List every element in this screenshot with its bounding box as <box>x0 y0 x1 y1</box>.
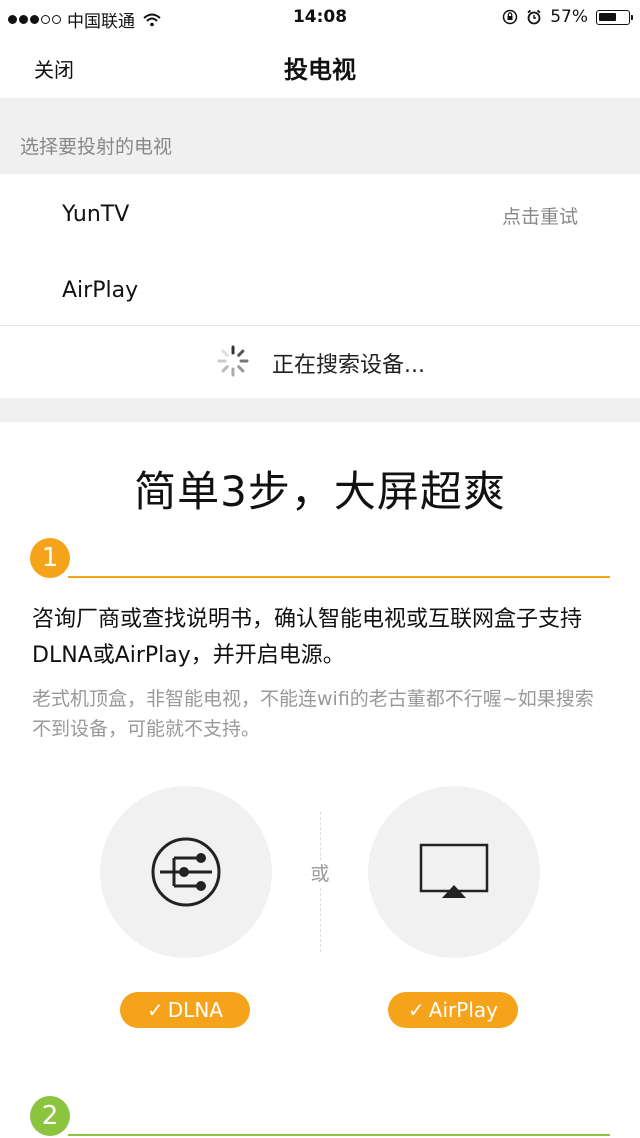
device-list: YunTV 点击重试 AirPlay 正在搜索设备... <box>0 174 640 398</box>
airplay-option <box>368 786 540 958</box>
step-number-badge: 1 <box>30 538 70 578</box>
alarm-icon <box>527 9 541 25</box>
guide-title: 简单3步，大屏超爽 <box>134 467 506 516</box>
check-icon: ✓ <box>147 998 164 1022</box>
step-divider <box>68 576 610 578</box>
step-divider <box>68 1134 610 1136</box>
or-label: 或 <box>300 860 340 888</box>
step-number-badge: 2 <box>30 1096 70 1136</box>
step-1-description: 咨询厂商或查找说明书，确认智能电视或互联网盒子支持DLNA或AirPlay，并开… <box>32 607 583 668</box>
orientation-lock-icon <box>502 9 518 25</box>
battery-icon <box>596 9 633 25</box>
device-item-yuntv[interactable]: YunTV 点击重试 <box>0 174 640 250</box>
device-name: YunTV <box>62 202 130 227</box>
device-item-airplay[interactable]: AirPlay <box>0 250 640 326</box>
device-section-label: 选择要投射的电视 <box>20 136 173 158</box>
status-bar: 中国联通 14:08 57% <box>0 0 640 34</box>
airplay-badge: ✓ AirPlay <box>388 992 518 1028</box>
check-icon: ✓ <box>408 998 425 1022</box>
airplay-icon <box>419 843 489 898</box>
dlna-icon <box>151 837 221 907</box>
step-1-note: 老式机顶盒，非智能电视，不能连wifi的老古董都不行喔~如果搜索不到设备，可能就… <box>32 688 594 740</box>
searching-text: 正在搜索设备... <box>272 353 425 378</box>
spinner-icon <box>217 345 249 377</box>
airplay-badge-label: AirPlay <box>428 998 498 1022</box>
dlna-option <box>100 786 272 958</box>
device-section-header: 选择要投射的电视 <box>0 98 640 174</box>
dlna-badge: ✓ DLNA <box>120 992 250 1028</box>
retry-button[interactable]: 点击重试 <box>502 202 578 229</box>
dlna-badge-label: DLNA <box>167 998 223 1022</box>
device-name: AirPlay <box>62 278 139 303</box>
status-right: 57% <box>502 7 633 27</box>
battery-percent: 57% <box>550 7 588 27</box>
nav-bar: 关闭 投电视 <box>0 34 640 98</box>
section-divider <box>0 398 640 422</box>
searching-indicator: 正在搜索设备... <box>0 326 640 398</box>
page-title: 投电视 <box>284 56 356 84</box>
